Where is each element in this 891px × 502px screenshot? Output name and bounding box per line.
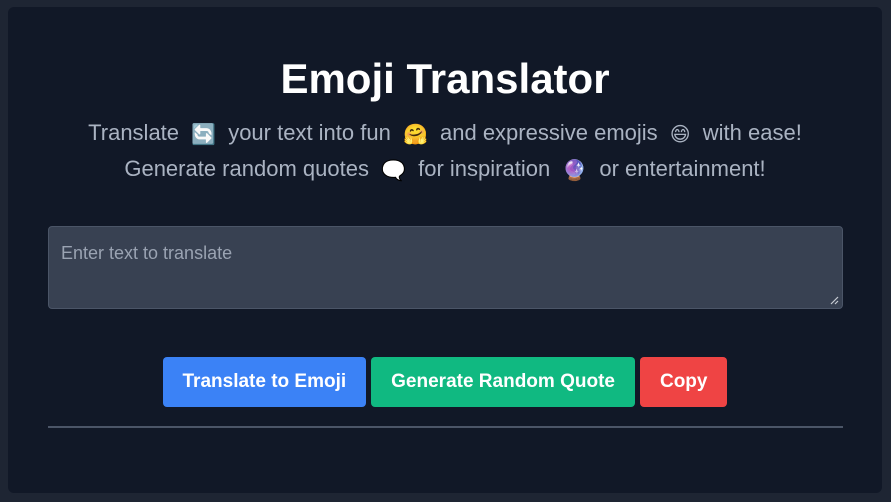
app-card: Emoji Translator Translate 🔄 your text i… bbox=[8, 7, 882, 493]
generate-quote-button[interactable]: Generate Random Quote bbox=[371, 357, 635, 407]
resize-handle-icon[interactable] bbox=[830, 296, 839, 305]
text-input-container bbox=[48, 226, 843, 309]
crystal-ball-icon: 🔮 bbox=[562, 160, 588, 182]
grinning-face-icon: 😄 bbox=[669, 124, 691, 146]
page-title: Emoji Translator bbox=[280, 55, 610, 102]
subtitle-text: for inspiration bbox=[418, 156, 551, 181]
hugging-face-icon: 🤗 bbox=[402, 124, 428, 146]
subtitle-text: and expressive emojis bbox=[440, 120, 658, 145]
subtitle-line-1: Translate 🔄 your text into fun 🤗 and exp… bbox=[8, 118, 882, 150]
subtitle-text: Generate random quotes bbox=[124, 156, 369, 181]
subtitle-text: Translate bbox=[88, 120, 180, 145]
subtitle-text: with ease! bbox=[702, 120, 802, 145]
copy-button[interactable]: Copy bbox=[639, 357, 728, 407]
translate-text-input[interactable] bbox=[49, 227, 842, 308]
subtitle-line-2: Generate random quotes 🗨️ for inspiratio… bbox=[8, 154, 882, 186]
speech-bubble-icon: 🗨️ bbox=[381, 160, 406, 182]
divider bbox=[48, 426, 843, 428]
translate-button[interactable]: Translate to Emoji bbox=[162, 357, 367, 407]
subtitle-text: your text into fun bbox=[228, 120, 391, 145]
arrows-refresh-icon: 🔄 bbox=[191, 124, 217, 146]
action-buttons: Translate to Emoji Generate Random Quote… bbox=[8, 357, 882, 407]
subtitle-text: or entertainment! bbox=[599, 156, 766, 181]
